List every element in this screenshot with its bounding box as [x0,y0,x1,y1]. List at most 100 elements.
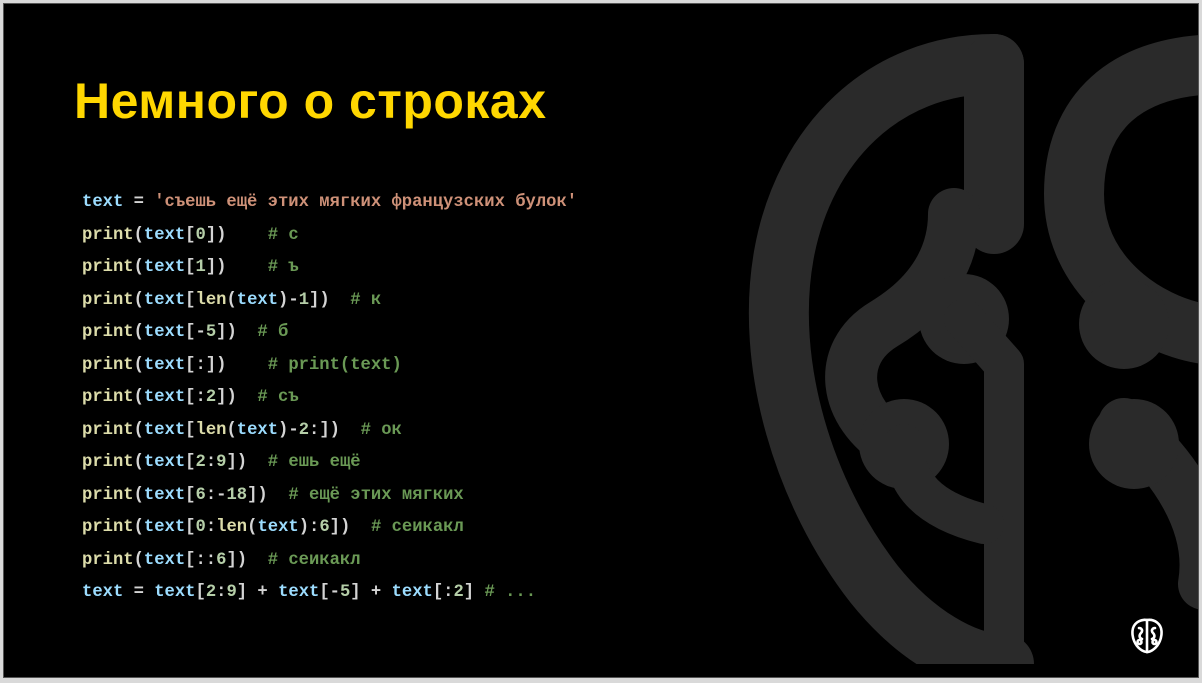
code-token: print [82,323,134,342]
code-token: # сеикакл [267,550,361,570]
code-token: text [143,355,186,375]
code-token: 2 [453,583,464,602]
code-token: text [143,258,186,277]
code-token: ( [247,518,258,537]
code-line: print(text[-5]) # б [82,317,577,350]
code-token: text [143,485,186,505]
code-line: print(text[:2]) # съ [82,382,577,415]
code-token: ( [133,485,144,505]
code-token: 5 [339,583,351,602]
code-token: text [143,225,186,245]
code-token: )- [278,290,299,310]
code-token: [- [185,323,206,342]
code-token: # к [350,290,382,310]
code-token: ] + [350,583,392,602]
code-token: text [143,290,186,310]
code-token: ]) [226,550,268,570]
code-token: ]) [205,258,268,277]
code-token: ( [133,258,144,277]
code-token: ( [133,225,144,245]
code-token: # ещё этих мягких [288,485,464,505]
code-token: [: [185,388,206,407]
code-token: text [143,550,186,570]
code-token: text [154,583,196,602]
code-line: print(text[6:-18]) # ещё этих мягких [82,480,577,513]
code-token: text [236,420,279,440]
code-token: len [195,290,227,310]
code-token: ]) [309,290,351,310]
code-line: print(text[1]) # ъ [82,252,577,285]
code-token: : [216,583,227,602]
code-token: print [82,453,134,472]
code-token: ( [133,355,144,375]
code-token: : [205,453,217,472]
code-token: ]) [226,453,268,472]
code-token: ]) [329,518,371,537]
slide-title: Немного о строках [74,73,547,129]
code-token: 2 [205,388,217,407]
code-token: # ешь ещё [267,453,361,472]
code-token: # с [267,225,299,245]
code-line: print(text[len(text)-1]) # к [82,285,577,318]
code-token: = [123,193,155,212]
code-token: ]) [216,323,258,342]
code-token: print [82,518,134,537]
code-token: # сеикакл [370,518,464,537]
code-line: text = text[2:9] + text[-5] + text[:2] #… [82,577,577,610]
code-token: len [216,518,248,537]
code-token: ( [133,323,144,342]
code-token: [: [432,583,454,602]
code-token: [ [185,453,196,472]
code-token: [ [195,583,206,602]
code-token: len [195,420,227,440]
code-token: :- [205,485,227,505]
code-token: text [257,518,299,537]
code-token: text [278,583,320,602]
code-token: # б [257,323,289,342]
code-token: 1 [195,258,206,277]
code-token: # ... [484,583,537,602]
code-token: ( [133,420,144,440]
code-token: 'съешь ещё этих мягких французских булок… [154,193,578,212]
code-token: ]) [247,485,289,505]
code-token: text [143,453,186,472]
code-token: 6 [195,485,206,505]
code-token: )- [278,420,299,440]
code-token: # print(text) [267,355,402,375]
code-token: 9 [216,453,227,472]
code-token: print [82,258,134,277]
code-token: [ [185,485,196,505]
code-block: text = 'съешь ещё этих мягких французски… [82,187,577,610]
code-token: [ [185,290,196,310]
slide-frame: Немного о строках text = 'съешь ещё этих… [0,0,1202,683]
code-token: :]) [309,420,361,440]
code-token: 0 [195,225,206,245]
code-line: print(text[0:len(text):6]) # сеикакл [82,512,577,545]
code-token: 2 [205,583,217,602]
code-token: : [205,518,217,537]
code-line: print(text[len(text)-2:]) # ок [82,415,577,448]
code-token: print [82,225,134,245]
code-line: print(text[::6]) # сеикакл [82,545,577,578]
code-token: text [82,193,124,212]
code-token: text [143,323,186,342]
code-token: 2 [195,453,206,472]
code-token: text [391,583,433,602]
code-token: ( [226,290,237,310]
code-token: [ [185,518,196,537]
code-token: text [143,388,186,407]
code-token: text [236,290,279,310]
code-token: ( [133,550,144,570]
code-token: 9 [226,583,237,602]
code-token: 1 [298,290,310,310]
code-token: ( [133,518,144,537]
code-line: print(text[2:9]) # ешь ещё [82,447,577,480]
code-token: ): [298,518,320,537]
code-token: [:]) [185,355,268,375]
code-token: ] [463,583,485,602]
code-token: ] + [236,583,279,602]
code-token: 6 [319,518,330,537]
code-token: ( [133,290,144,310]
code-token: [ [185,420,196,440]
code-token: [:: [185,550,217,570]
